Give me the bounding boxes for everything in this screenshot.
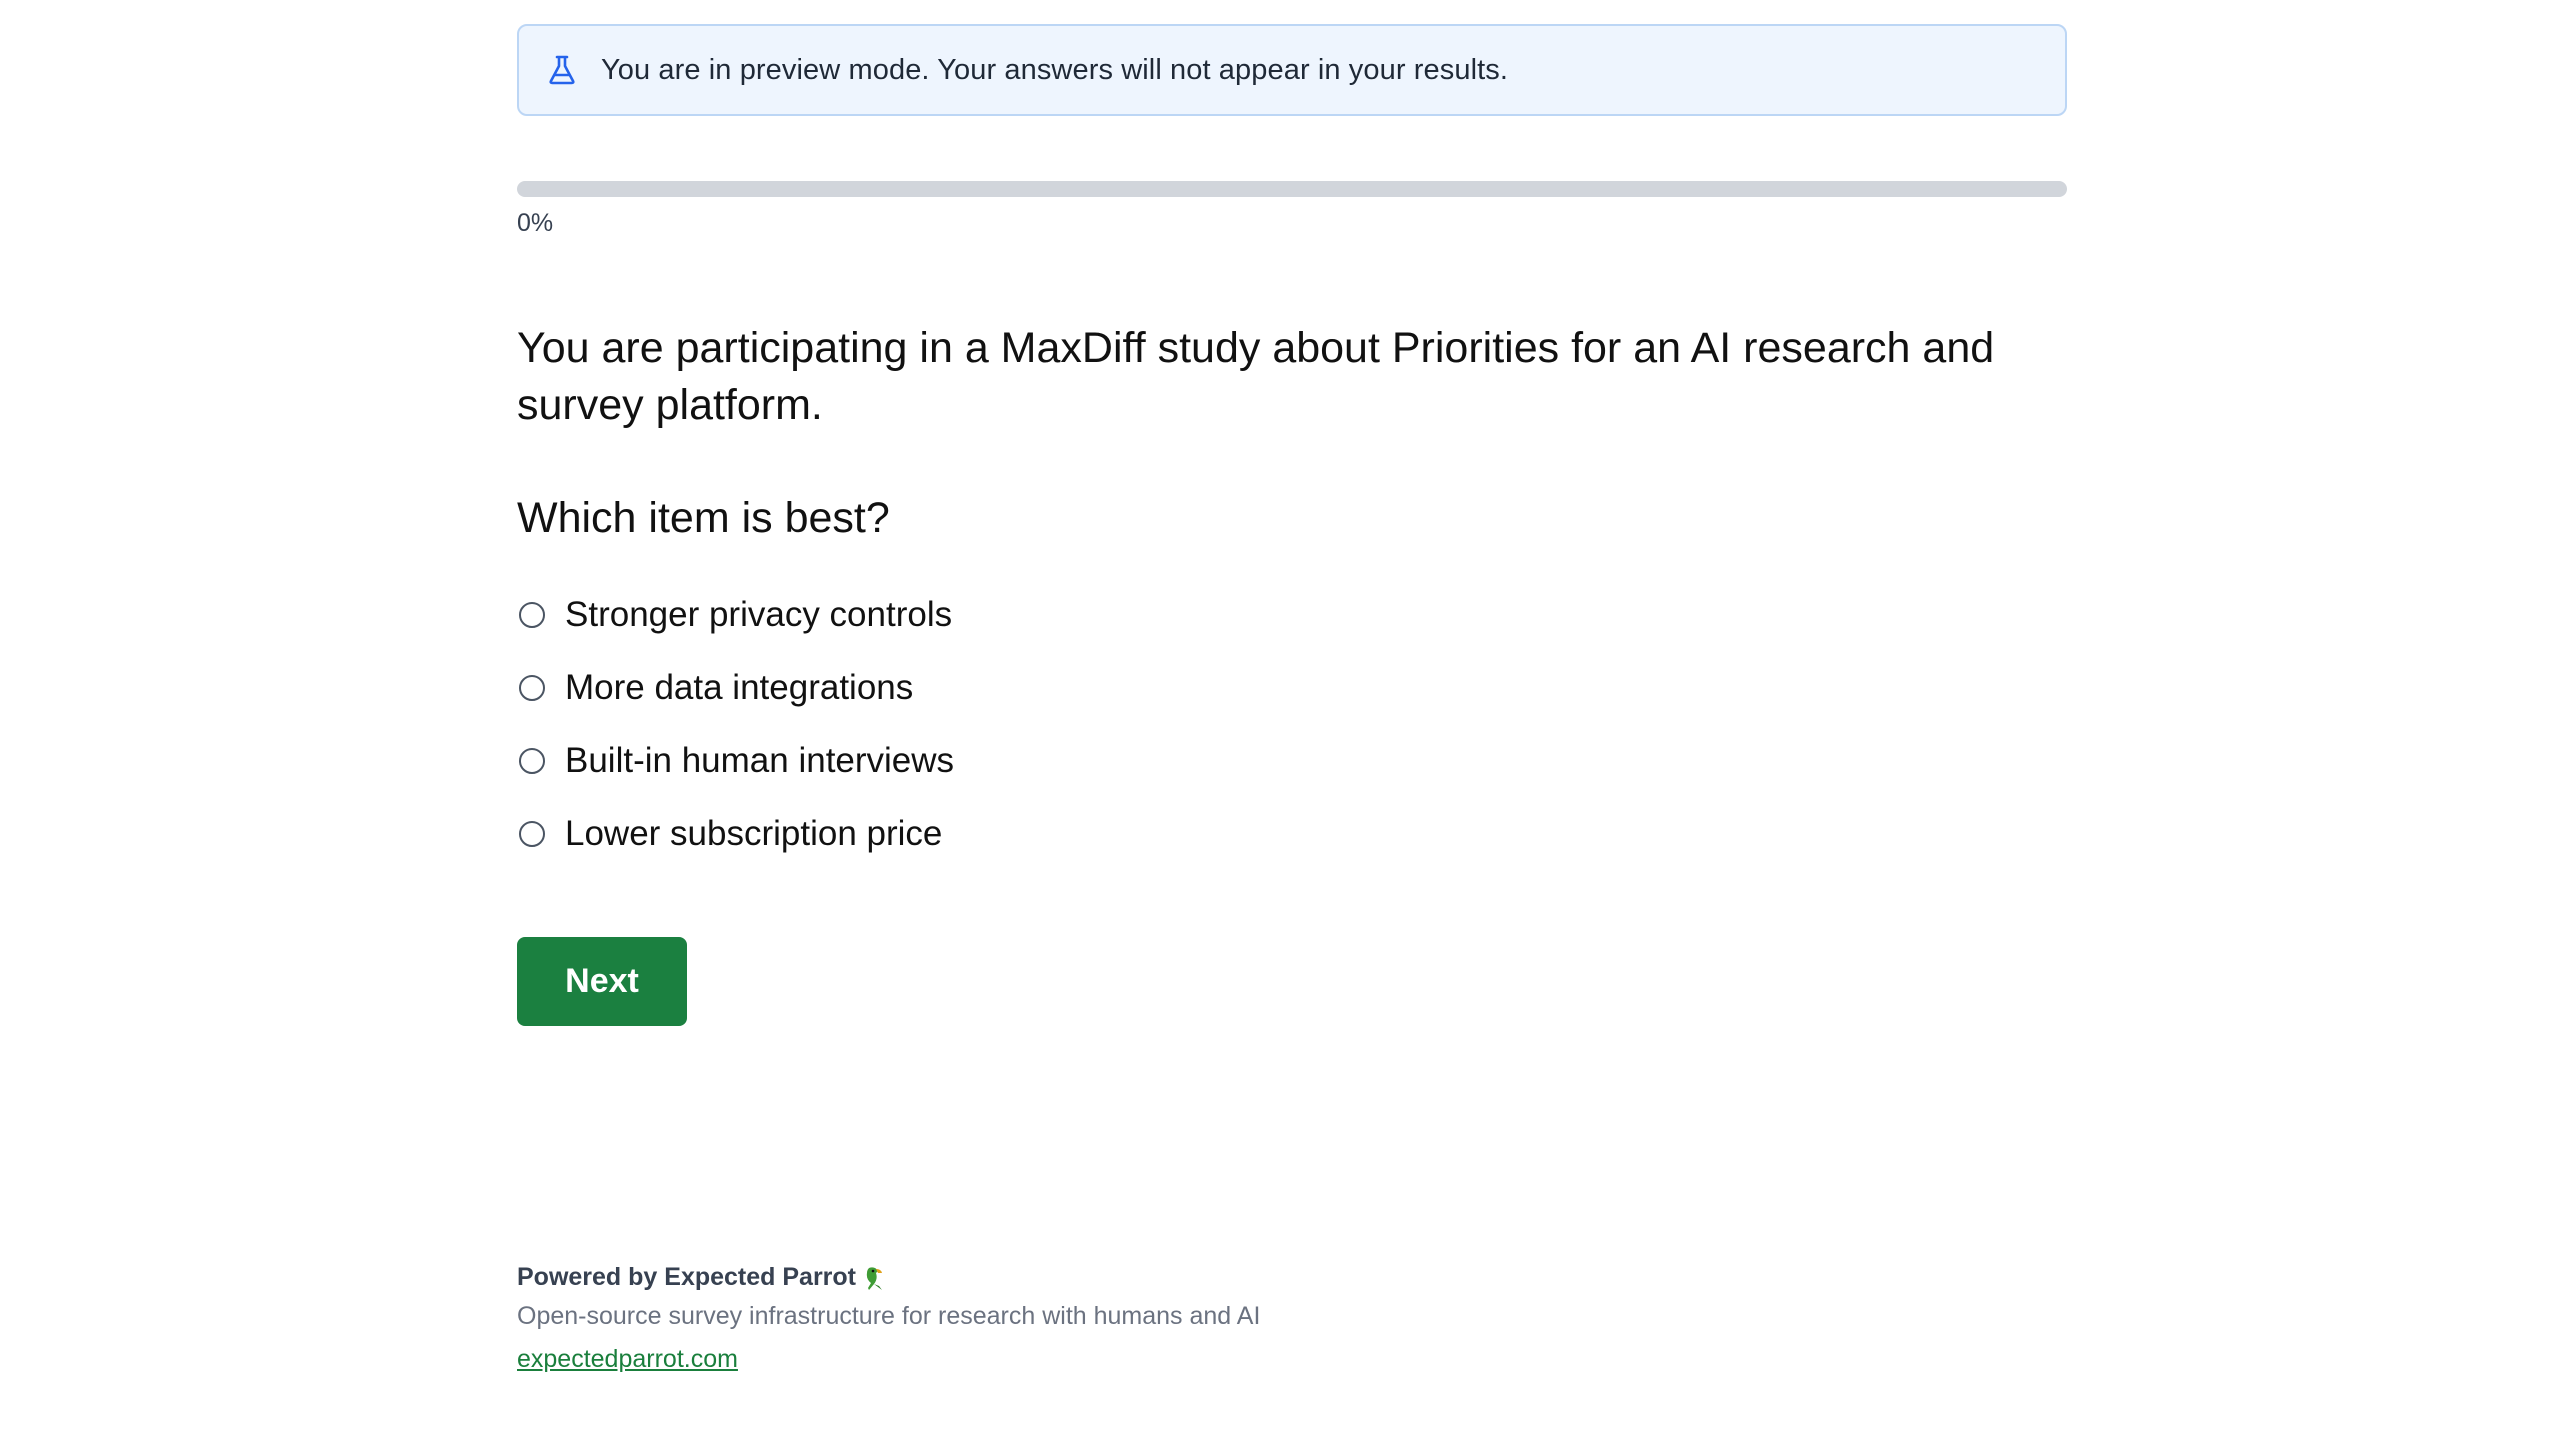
radio-button[interactable] — [519, 747, 545, 774]
option-lower-subscription-price[interactable]: Lower subscription price — [517, 797, 1417, 870]
parrot-icon — [860, 1264, 888, 1292]
option-more-data-integrations[interactable]: More data integrations — [517, 651, 1417, 724]
footer-tagline: Open-source survey infrastructure for re… — [517, 1302, 1261, 1330]
option-label: More data integrations — [565, 667, 914, 707]
preview-mode-text: You are in preview mode. Your answers wi… — [601, 53, 1509, 86]
option-label: Stronger privacy controls — [565, 594, 953, 634]
survey-page: You are in preview mode. Your answers wi… — [0, 0, 2560, 1440]
progress-bar — [517, 181, 2067, 197]
powered-by-text: Powered by Expected Parrot — [517, 1263, 857, 1291]
option-built-in-human-interviews[interactable]: Built-in human interviews — [517, 724, 1417, 797]
footer: Powered by Expected Parrot Open-source s… — [517, 1263, 1260, 1374]
powered-by: Powered by Expected Parrot — [517, 1263, 1260, 1292]
expectedparrot-link[interactable]: expectedparrot.com — [517, 1345, 738, 1374]
radio-button[interactable] — [519, 601, 545, 628]
question-title: Which item is best? — [517, 494, 890, 542]
progress-label: 0% — [517, 209, 554, 237]
radio-button[interactable] — [519, 820, 545, 847]
flask-icon — [545, 53, 579, 87]
radio-button[interactable] — [519, 674, 545, 701]
next-button[interactable]: Next — [517, 937, 687, 1026]
option-label: Built-in human interviews — [565, 740, 955, 780]
option-label: Lower subscription price — [565, 813, 943, 853]
answer-options: Stronger privacy controls More data inte… — [517, 578, 1417, 870]
study-intro: You are participating in a MaxDiff study… — [517, 324, 1995, 429]
option-stronger-privacy-controls[interactable]: Stronger privacy controls — [517, 578, 1417, 651]
preview-mode-banner: You are in preview mode. Your answers wi… — [517, 24, 2067, 116]
